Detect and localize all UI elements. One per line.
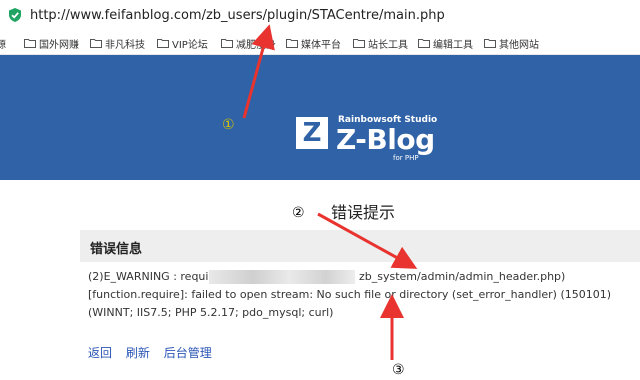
bookmark-label: 编辑工具 (433, 39, 473, 51)
error-line-1-suffix: zb_system/admin/admin_header.php) (359, 270, 566, 283)
folder-icon (90, 39, 102, 48)
annotation-marker-2: ② (292, 205, 305, 221)
redacted-path (209, 270, 355, 284)
annotation-marker-3: ③ (392, 362, 405, 378)
error-line-1-prefix: (2)E_WARNING : require (88, 270, 220, 283)
error-line-2: [function.require]: failed to open strea… (88, 288, 612, 301)
bookmark-label: 媒体平台 (301, 39, 341, 51)
bookmark-item[interactable]: 减肥瘦身 (221, 35, 276, 51)
folder-icon (24, 39, 36, 48)
bookmark-label: 国外网赚 (39, 39, 79, 51)
error-header: 错误信息 (80, 230, 640, 262)
back-link[interactable]: 返回 (88, 346, 112, 360)
logo-letter: Z (302, 118, 322, 148)
folder-icon (353, 39, 365, 48)
bookmark-label: 其他网站 (499, 39, 539, 51)
action-links: 返回 刷新 后台管理 (88, 344, 222, 361)
bookmark-label: 资源 (0, 36, 6, 51)
bookmark-label: 站长工具 (368, 39, 408, 51)
bookmark-item[interactable]: 国外网赚 (24, 35, 79, 51)
bookmark-label: 减肥瘦身 (236, 39, 276, 51)
shield-check-icon (9, 8, 21, 22)
annotation-marker-1: ① (222, 117, 235, 133)
logo-sub-text: for PHP (393, 154, 419, 162)
bookmark-item[interactable]: 资源 (0, 35, 6, 51)
refresh-link[interactable]: 刷新 (126, 346, 150, 360)
address-bar[interactable]: http://www.feifanblog.com/zb_users/plugi… (0, 0, 640, 32)
folder-icon (418, 39, 430, 48)
zblog-logo-mark: Z (296, 117, 328, 149)
bookmark-item[interactable]: 编辑工具 (418, 35, 473, 51)
zblog-logo: Z Rainbowsoft Studio Z-Blog for PHP (296, 115, 441, 163)
folder-icon (286, 39, 298, 48)
admin-link[interactable]: 后台管理 (164, 346, 212, 360)
page-title: 错误提示 (331, 203, 396, 222)
bookmark-item[interactable]: VIP论坛 (157, 35, 208, 51)
bookmark-item[interactable]: 站长工具 (353, 35, 408, 51)
logo-brand-text: Z-Blog (336, 123, 435, 156)
error-line-3: (WINNT; IIS7.5; PHP 5.2.17; pdo_mysql; c… (88, 306, 334, 319)
folder-icon (221, 39, 233, 48)
bookmark-item[interactable]: 非凡科技 (90, 35, 145, 51)
bookmark-label: VIP论坛 (172, 39, 208, 51)
bookmarks-bar: 资源 国外网赚 非凡科技 VIP论坛 减肥瘦身 媒体平台 站长工具 编辑工具 其… (0, 32, 640, 55)
folder-icon (157, 39, 169, 48)
folder-icon (484, 39, 496, 48)
bookmark-item[interactable]: 其他网站 (484, 35, 539, 51)
url-text[interactable]: http://www.feifanblog.com/zb_users/plugi… (30, 8, 445, 23)
error-header-label: 错误信息 (90, 242, 143, 257)
bookmark-label: 非凡科技 (105, 39, 145, 51)
error-line-1: (2)E_WARNING : require (88, 270, 220, 283)
bookmark-item[interactable]: 媒体平台 (286, 35, 341, 51)
